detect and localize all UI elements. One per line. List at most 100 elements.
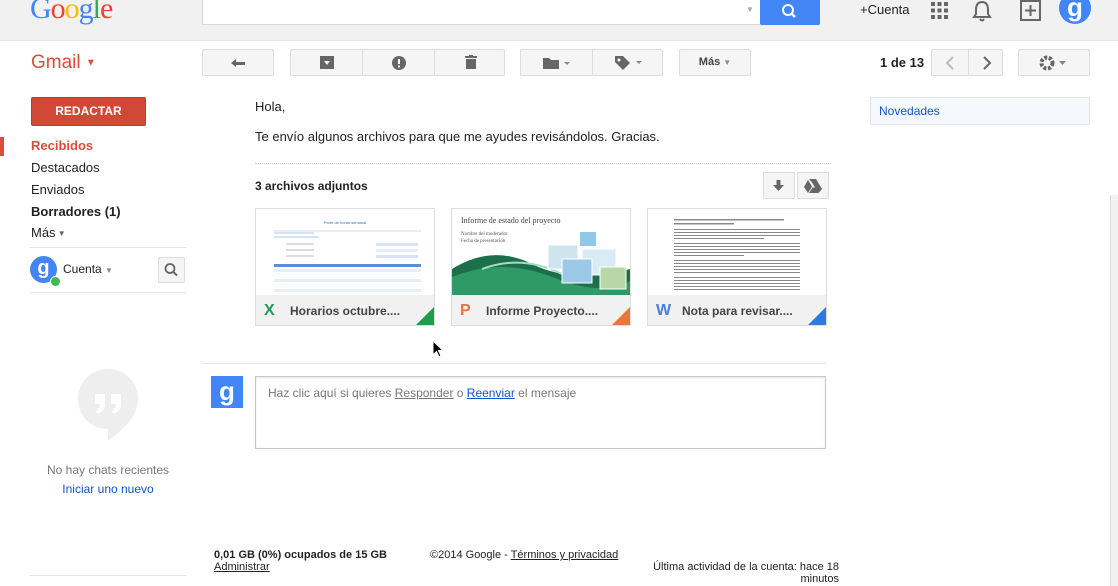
- forward-link[interactable]: Reenviar: [467, 386, 515, 400]
- drive-icon: [804, 179, 822, 193]
- gmail-label: Gmail: [31, 52, 81, 73]
- attachment-footer: P Informe Proyecto....: [452, 295, 630, 325]
- logo-letter: o: [50, 0, 66, 25]
- logo-letter: l: [92, 0, 101, 25]
- archive-icon: [319, 56, 334, 69]
- scrollbar[interactable]: [1110, 195, 1118, 586]
- move-to-button[interactable]: [521, 50, 592, 75]
- reply-prefix: Haz clic aquí si quieres: [268, 386, 395, 400]
- reply-avatar: g: [211, 376, 243, 408]
- reply-link[interactable]: Responder: [395, 386, 454, 400]
- sidebar-item-drafts[interactable]: Borradores (1): [31, 204, 121, 219]
- attachment-footer: X Horarios octubre....: [256, 295, 434, 325]
- logo-letter: o: [64, 0, 80, 25]
- settings-button[interactable]: [1018, 49, 1090, 76]
- spreadsheet-thumbnail: Parte de horas semanal: [256, 209, 434, 295]
- logo-letter: g: [78, 0, 94, 25]
- report-spam-button[interactable]: [363, 50, 434, 75]
- message-body: Te envío algunos archivos para que me ay…: [255, 129, 660, 144]
- online-status-dot: [50, 276, 61, 287]
- attachments-divider: [255, 163, 831, 164]
- tag-icon: [614, 56, 642, 70]
- download-all-button[interactable]: [763, 172, 795, 199]
- whats-new-link[interactable]: Novedades: [870, 97, 1090, 125]
- older-button[interactable]: [932, 50, 968, 75]
- attachment-card[interactable]: Parte de horas semanal X Horarios octubr…: [255, 208, 435, 326]
- sidebar-item-more[interactable]: Más ▼: [31, 225, 66, 240]
- gmail-menu[interactable]: Gmail ▼: [31, 52, 96, 74]
- attachment-filename: Horarios octubre....: [290, 304, 401, 318]
- back-button[interactable]: [202, 49, 274, 76]
- attachments-title: 3 archivos adjuntos: [255, 179, 368, 193]
- last-activity-line: minutos: [800, 573, 839, 585]
- gear-icon: [1039, 55, 1066, 71]
- share-plus-icon[interactable]: [1020, 0, 1041, 24]
- search-icon: [164, 263, 178, 277]
- start-new-chat-link[interactable]: Iniciar uno nuevo: [30, 482, 186, 496]
- powerpoint-file-icon: P: [460, 302, 471, 319]
- chat-search-button[interactable]: [158, 257, 185, 283]
- search-icon: [782, 4, 796, 18]
- google-logo[interactable]: Google: [30, 0, 113, 26]
- more-label: Más: [698, 56, 721, 68]
- archive-button[interactable]: [291, 50, 362, 75]
- notifications-bell-icon[interactable]: [972, 0, 992, 25]
- more-label: Más: [31, 225, 56, 240]
- add-account-link[interactable]: +Cuenta: [860, 2, 910, 17]
- caret-down-icon: ▼: [723, 58, 732, 67]
- delete-button[interactable]: [435, 50, 506, 75]
- active-indicator: [0, 137, 4, 156]
- chat-user-name[interactable]: Cuenta ▼: [63, 262, 113, 276]
- newer-button[interactable]: [969, 50, 1004, 75]
- copyright: ©2014 Google - Términos y privacidad: [430, 549, 618, 561]
- search-input[interactable]: [202, 0, 762, 25]
- chat-user-label: Cuenta: [63, 262, 102, 276]
- reply-prompt: Haz clic aquí si quieres Responder o Ree…: [268, 386, 576, 400]
- folder-icon: [542, 58, 570, 69]
- sidebar-item-sent[interactable]: Enviados: [31, 182, 84, 197]
- storage-usage: 0,01 GB (0%) ocupados de 15 GB: [214, 549, 387, 561]
- attachment-card[interactable]: Informe de estado del proyecto Nombre de…: [451, 208, 631, 326]
- file-corner: [416, 307, 434, 325]
- last-activity[interactable]: Última actividad de la cuenta: hace 18 m…: [640, 561, 839, 585]
- chevron-right-icon: [982, 56, 991, 70]
- reply-box[interactable]: Haz clic aquí si quieres Responder o Ree…: [255, 376, 826, 449]
- caret-down-icon: ▼: [85, 57, 96, 69]
- logo-letter: G: [30, 0, 52, 25]
- mouse-cursor-icon: [432, 339, 445, 361]
- compose-button[interactable]: REDACTAR: [31, 97, 146, 126]
- sidebar-item-inbox[interactable]: Recibidos: [31, 138, 93, 153]
- attachment-filename: Informe Proyecto....: [486, 304, 599, 318]
- trash-icon: [464, 55, 477, 69]
- labels-button[interactable]: [593, 50, 664, 75]
- sidebar-item-starred[interactable]: Destacados: [31, 160, 100, 175]
- message-greeting: Hola,: [255, 99, 286, 114]
- file-corner: [612, 307, 630, 325]
- document-thumbnail: [648, 209, 826, 295]
- chevron-left-icon: [945, 56, 954, 70]
- search-options-icon[interactable]: ▼: [746, 5, 754, 14]
- save-to-drive-button[interactable]: [797, 172, 829, 199]
- attachment-footer: W Nota para revisar....: [648, 295, 826, 325]
- search-button[interactable]: [760, 0, 820, 25]
- no-chats-text: No hay chats recientes: [46, 463, 170, 477]
- apps-grid-icon[interactable]: [931, 2, 948, 19]
- caret-down-icon: ▼: [105, 266, 113, 275]
- word-file-icon: W: [656, 302, 672, 319]
- terms-link[interactable]: Términos y privacidad: [511, 549, 619, 561]
- pager-group: [931, 49, 1003, 76]
- action-group: [290, 49, 505, 76]
- caret-down-icon: ▼: [55, 229, 66, 239]
- label-group: [520, 49, 663, 76]
- back-arrow-icon: [231, 59, 245, 67]
- excel-file-icon: X: [264, 302, 275, 319]
- reply-suffix: el mensaje: [514, 386, 577, 400]
- attachment-card[interactable]: W Nota para revisar....: [647, 208, 827, 326]
- manage-storage-link[interactable]: Administrar: [214, 561, 270, 573]
- divider: [30, 247, 186, 248]
- more-actions-button[interactable]: Más ▼: [679, 49, 751, 76]
- logo-letter: e: [100, 0, 113, 25]
- last-activity-line: Última actividad de la cuenta: hace 18: [653, 561, 839, 573]
- divider: [30, 292, 186, 293]
- attachment-filename: Nota para revisar....: [682, 304, 793, 318]
